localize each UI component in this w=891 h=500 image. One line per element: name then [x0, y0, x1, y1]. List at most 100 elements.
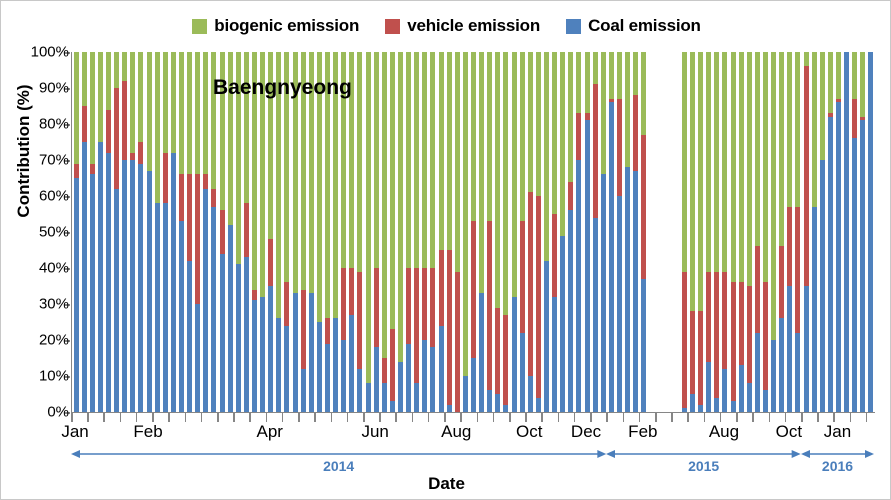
- stacked-bar[interactable]: [349, 52, 355, 412]
- stacked-bar[interactable]: [803, 52, 809, 412]
- stacked-bar[interactable]: [170, 52, 176, 412]
- stacked-bar[interactable]: [219, 52, 225, 412]
- stacked-bar[interactable]: [203, 52, 209, 412]
- stacked-bar[interactable]: [130, 52, 136, 412]
- stacked-bar[interactable]: [730, 52, 736, 412]
- stacked-bar[interactable]: [406, 52, 412, 412]
- stacked-bar[interactable]: [430, 52, 436, 412]
- stacked-bar[interactable]: [162, 52, 168, 412]
- stacked-bar[interactable]: [187, 52, 193, 412]
- stacked-bar[interactable]: [114, 52, 120, 412]
- stacked-bar[interactable]: [365, 52, 371, 412]
- stacked-bar[interactable]: [487, 52, 493, 412]
- stacked-bar[interactable]: [260, 52, 266, 412]
- stacked-bar[interactable]: [122, 52, 128, 412]
- stacked-bar[interactable]: [819, 52, 825, 412]
- stacked-bar[interactable]: [762, 52, 768, 412]
- stacked-bar[interactable]: [535, 52, 541, 412]
- stacked-bar[interactable]: [771, 52, 777, 412]
- stacked-bar[interactable]: [714, 52, 720, 412]
- stacked-bar[interactable]: [373, 52, 379, 412]
- legend-entry-coal-emission[interactable]: Coal emission: [566, 16, 701, 36]
- stacked-bar[interactable]: [211, 52, 217, 412]
- stacked-bar[interactable]: [146, 52, 152, 412]
- stacked-bar[interactable]: [454, 52, 460, 412]
- stacked-bar[interactable]: [357, 52, 363, 412]
- stacked-bar[interactable]: [852, 52, 858, 412]
- stacked-bar[interactable]: [422, 52, 428, 412]
- stacked-bar[interactable]: [835, 52, 841, 412]
- stacked-bar[interactable]: [868, 52, 874, 412]
- stacked-bar[interactable]: [308, 52, 314, 412]
- stacked-bar[interactable]: [698, 52, 704, 412]
- stacked-bar[interactable]: [414, 52, 420, 412]
- stacked-bar[interactable]: [89, 52, 95, 412]
- stacked-bar[interactable]: [495, 52, 501, 412]
- stacked-bar[interactable]: [154, 52, 160, 412]
- stacked-bar[interactable]: [438, 52, 444, 412]
- stacked-bar[interactable]: [681, 52, 687, 412]
- stacked-bar[interactable]: [300, 52, 306, 412]
- stacked-bar[interactable]: [397, 52, 403, 412]
- stacked-bar[interactable]: [470, 52, 476, 412]
- stacked-bar[interactable]: [341, 52, 347, 412]
- stacked-bar[interactable]: [324, 52, 330, 412]
- stacked-bar[interactable]: [527, 52, 533, 412]
- stacked-bar[interactable]: [243, 52, 249, 412]
- stacked-bar[interactable]: [138, 52, 144, 412]
- stacked-bar[interactable]: [519, 52, 525, 412]
- stacked-bar[interactable]: [779, 52, 785, 412]
- stacked-bar[interactable]: [178, 52, 184, 412]
- stacked-bar[interactable]: [689, 52, 695, 412]
- stacked-bar[interactable]: [754, 52, 760, 412]
- stacked-bar[interactable]: [333, 52, 339, 412]
- stacked-bar[interactable]: [568, 52, 574, 412]
- stacked-bar[interactable]: [511, 52, 517, 412]
- stacked-bar[interactable]: [81, 52, 87, 412]
- stacked-bar[interactable]: [608, 52, 614, 412]
- stacked-bar[interactable]: [381, 52, 387, 412]
- stacked-bar[interactable]: [625, 52, 631, 412]
- bar-segment-biogenic: [576, 52, 582, 114]
- stacked-bar[interactable]: [292, 52, 298, 412]
- legend-entry-vehicle-emission[interactable]: vehicle emission: [385, 16, 540, 36]
- stacked-bar[interactable]: [633, 52, 639, 412]
- stacked-bar[interactable]: [600, 52, 606, 412]
- stacked-bar[interactable]: [576, 52, 582, 412]
- stacked-bar[interactable]: [641, 52, 647, 412]
- stacked-bar[interactable]: [584, 52, 590, 412]
- stacked-bar[interactable]: [73, 52, 79, 412]
- stacked-bar[interactable]: [592, 52, 598, 412]
- stacked-bar[interactable]: [284, 52, 290, 412]
- stacked-bar[interactable]: [227, 52, 233, 412]
- bar-segment-biogenic: [178, 52, 184, 175]
- stacked-bar[interactable]: [195, 52, 201, 412]
- stacked-bar[interactable]: [787, 52, 793, 412]
- stacked-bar[interactable]: [706, 52, 712, 412]
- stacked-bar[interactable]: [552, 52, 558, 412]
- stacked-bar[interactable]: [316, 52, 322, 412]
- stacked-bar[interactable]: [616, 52, 622, 412]
- stacked-bar[interactable]: [811, 52, 817, 412]
- stacked-bar[interactable]: [795, 52, 801, 412]
- stacked-bar[interactable]: [560, 52, 566, 412]
- stacked-bar[interactable]: [746, 52, 752, 412]
- stacked-bar[interactable]: [860, 52, 866, 412]
- stacked-bar[interactable]: [503, 52, 509, 412]
- stacked-bar[interactable]: [479, 52, 485, 412]
- stacked-bar[interactable]: [389, 52, 395, 412]
- legend-entry-biogenic-emission[interactable]: biogenic emission: [192, 16, 359, 36]
- stacked-bar[interactable]: [844, 52, 850, 412]
- stacked-bar[interactable]: [722, 52, 728, 412]
- stacked-bar[interactable]: [268, 52, 274, 412]
- stacked-bar[interactable]: [827, 52, 833, 412]
- stacked-bar[interactable]: [462, 52, 468, 412]
- stacked-bar[interactable]: [97, 52, 103, 412]
- stacked-bar[interactable]: [543, 52, 549, 412]
- stacked-bar[interactable]: [251, 52, 257, 412]
- stacked-bar[interactable]: [738, 52, 744, 412]
- stacked-bar[interactable]: [446, 52, 452, 412]
- stacked-bar[interactable]: [276, 52, 282, 412]
- stacked-bar[interactable]: [235, 52, 241, 412]
- stacked-bar[interactable]: [105, 52, 111, 412]
